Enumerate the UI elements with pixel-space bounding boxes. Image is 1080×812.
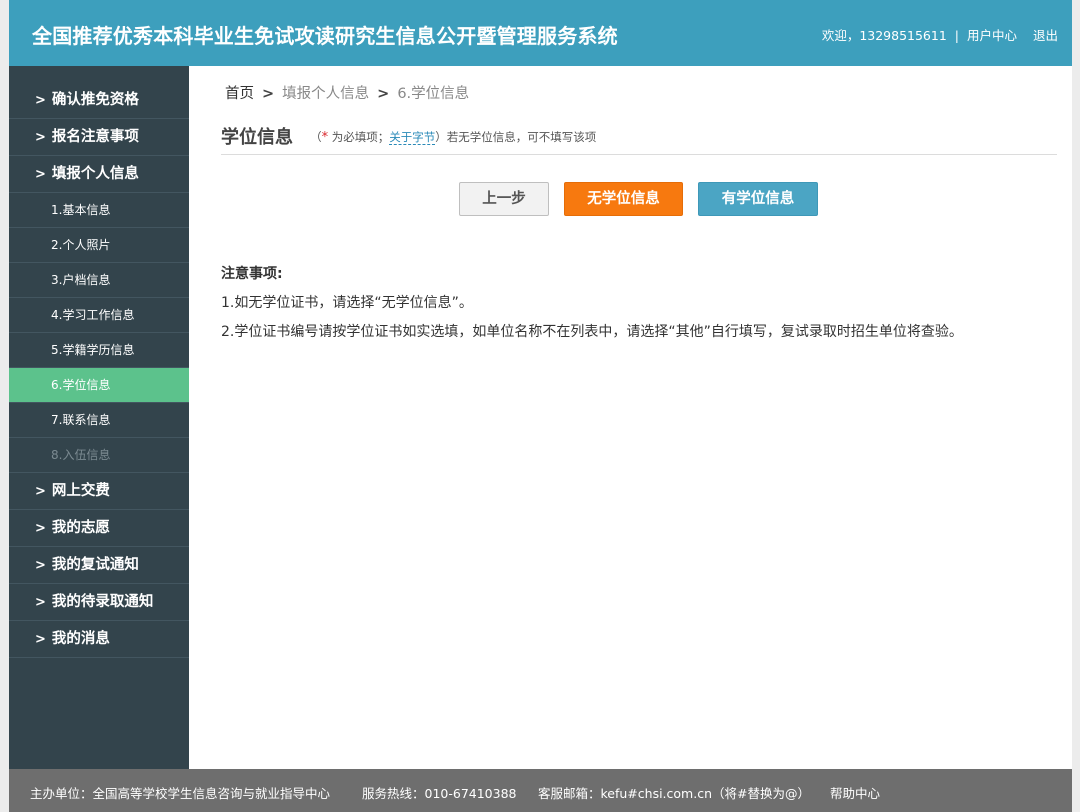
hint-text: ）若无学位信息，可不填写该项	[435, 130, 597, 144]
user-center-link[interactable]: 用户中心	[967, 25, 1017, 44]
about-link[interactable]: 关于字节	[389, 130, 436, 145]
sidebar-item-confirm-eligibility[interactable]: > 确认推免资格	[9, 82, 189, 119]
page-frame: 全国推荐优秀本科毕业生免试攻读研究生信息公开暨管理服务系统 欢迎，1329851…	[9, 0, 1072, 812]
breadcrumb-current: 6.学位信息	[397, 86, 470, 102]
top-header: 全国推荐优秀本科毕业生免试攻读研究生信息公开暨管理服务系统 欢迎，1329851…	[9, 0, 1072, 66]
chevron-right-icon: >	[377, 86, 390, 102]
system-title: 全国推荐优秀本科毕业生免试攻读研究生信息公开暨管理服务系统	[32, 24, 618, 48]
sidebar-item-label: 我的待录取通知	[51, 594, 154, 610]
sidebar-item-label: 报名注意事项	[51, 129, 139, 145]
sidebar-subitem-degree[interactable]: 6.学位信息	[9, 368, 189, 403]
action-buttons: 上一步 无学位信息 有学位信息	[459, 182, 818, 216]
footer-organizer: 主办单位：全国高等学校学生信息咨询与就业指导中心	[30, 786, 331, 801]
chevron-right-icon: >	[35, 167, 46, 182]
notice-title: 注意事项:	[221, 266, 283, 282]
chevron-right-icon: >	[35, 93, 46, 108]
sidebar-item-label: 填报个人信息	[51, 166, 139, 182]
sidebar-item-label: 我的消息	[51, 631, 110, 647]
sidebar-item-my-choices[interactable]: > 我的志愿	[9, 510, 189, 547]
footer-email: 客服邮箱：kefu#chsi.com.cn（将#替换为@）	[538, 786, 810, 801]
sidebar-item-label: 确认推免资格	[51, 92, 139, 108]
sidebar-item-label: 我的志愿	[51, 520, 110, 536]
sidebar-nav: > 确认推免资格 > 报名注意事项 > 填报个人信息 1.基本信息 2.个人照片 3.…	[9, 66, 189, 769]
sidebar-item-my-messages[interactable]: > 我的消息	[9, 621, 189, 658]
notice-line: 2.学位证书编号请按学位证书如实选填，如单位名称不在列表中，请选择“其他”自行填…	[221, 324, 963, 340]
page-hint: （* 为必填项；关于字节）若无学位信息，可不填写该项	[310, 123, 596, 145]
required-text: 为必填项；	[328, 130, 390, 144]
chevron-right-icon: >	[35, 632, 46, 647]
welcome-text: 欢迎，13298515611	[821, 28, 947, 43]
logout-link[interactable]: 退出	[1033, 25, 1058, 44]
notice-line: 1.如无学位证书，请选择“无学位信息”。	[221, 295, 473, 311]
chevron-right-icon: >	[35, 595, 46, 610]
sidebar-subitem-photo[interactable]: 2.个人照片	[9, 228, 189, 263]
sidebar-subitem-household[interactable]: 3.户档信息	[9, 263, 189, 298]
footer-hotline: 服务热线：010-67410388	[362, 786, 517, 801]
has-degree-button[interactable]: 有学位信息	[698, 182, 818, 216]
notice-section: 注意事项: 1.如无学位证书，请选择“无学位信息”。 2.学位证书编号请按学位证…	[221, 263, 963, 350]
page-title: 学位信息	[221, 127, 293, 148]
user-bar: 欢迎，13298515611 | 用户中心 退出	[822, 25, 1058, 44]
chevron-right-icon: >	[35, 484, 46, 499]
hint-open: （	[310, 130, 322, 144]
sidebar-subitem-education[interactable]: 5.学籍学历信息	[9, 333, 189, 368]
sidebar-item-label: 网上交费	[51, 483, 110, 499]
sidebar-subitem-contact[interactable]: 7.联系信息	[9, 403, 189, 438]
chevron-right-icon: >	[262, 86, 275, 102]
sidebar-item-label: 我的复试通知	[51, 557, 139, 573]
breadcrumb-personal-info[interactable]: 填报个人信息	[282, 86, 369, 102]
chevron-right-icon: >	[35, 558, 46, 573]
sidebar-item-registration-notes[interactable]: > 报名注意事项	[9, 119, 189, 156]
sidebar-item-retest-notice[interactable]: > 我的复试通知	[9, 547, 189, 584]
footer-help-link[interactable]: 帮助中心	[830, 783, 880, 802]
sidebar-item-personal-info[interactable]: > 填报个人信息	[9, 156, 189, 193]
sidebar-item-payment[interactable]: > 网上交费	[9, 473, 189, 510]
footer: 主办单位：全国高等学校学生信息咨询与就业指导中心 服务热线：010-674103…	[9, 769, 1072, 812]
chevron-right-icon: >	[35, 130, 46, 145]
chevron-right-icon: >	[35, 521, 46, 536]
user-bar-separator: |	[954, 28, 959, 43]
breadcrumb-home[interactable]: 首页	[225, 86, 254, 102]
breadcrumb: 首页 > 填报个人信息 >6.学位信息	[225, 82, 469, 103]
main-content: 首页 > 填报个人信息 >6.学位信息 学位信息 （* 为必填项；关于字节）若无学位信…	[189, 66, 1072, 769]
sidebar-item-admission-notice[interactable]: > 我的待录取通知	[9, 584, 189, 621]
sidebar-subitem-basic-info[interactable]: 1.基本信息	[9, 193, 189, 228]
no-degree-button[interactable]: 无学位信息	[564, 182, 683, 216]
previous-step-button[interactable]: 上一步	[459, 182, 549, 216]
sidebar-subitem-study-work[interactable]: 4.学习工作信息	[9, 298, 189, 333]
sidebar-subitem-enlistment: 8.入伍信息	[9, 438, 189, 473]
page-header: 学位信息 （* 为必填项；关于字节）若无学位信息，可不填写该项	[221, 123, 1057, 155]
